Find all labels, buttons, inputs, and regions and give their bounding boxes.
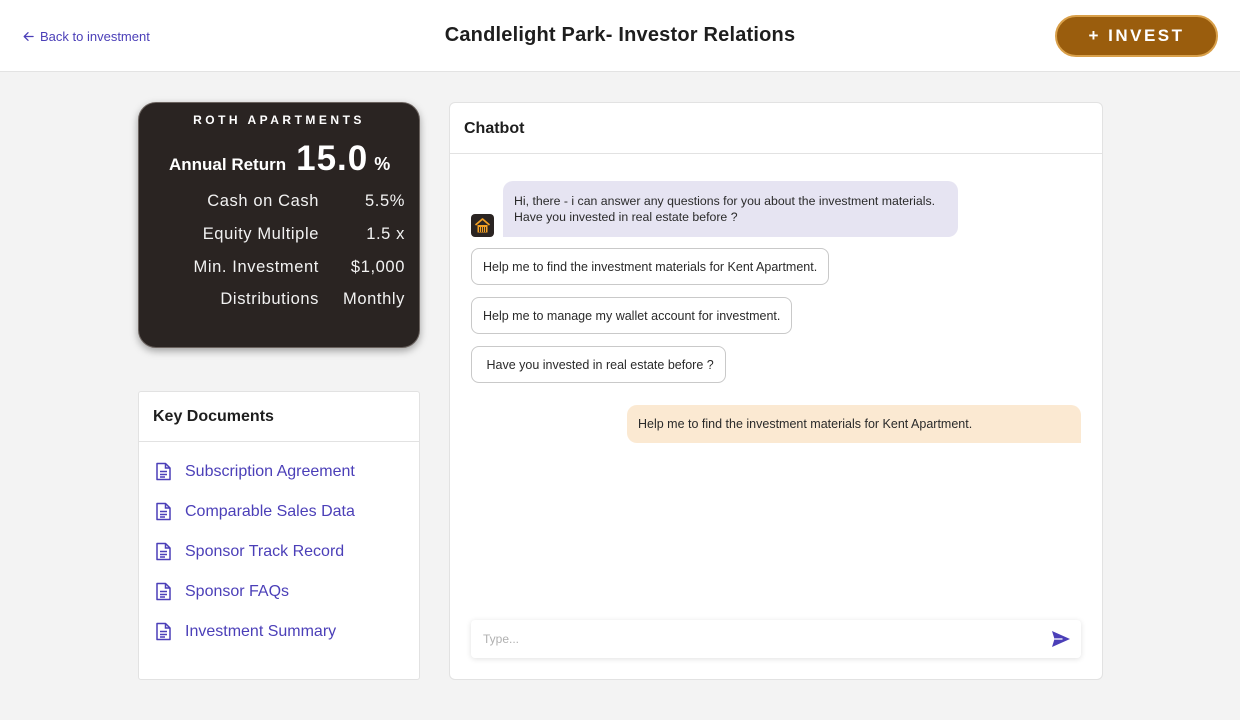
chat-input[interactable] [471,620,1041,658]
stat-value: 1.5 x [366,225,405,243]
user-message: Help me to find the investment materials… [627,405,1081,443]
suggestion-chip[interactable]: Help me to find the investment materials… [471,248,830,285]
stat-value: 5.5% [364,192,405,210]
suggestion-chip[interactable]: Have you invested in real estate before … [471,346,726,383]
bot-avatar [471,214,494,237]
property-name: ROTH APARTMENTS [193,113,365,127]
chatbot-title: Chatbot [450,103,1102,154]
page-title: Candlelight Park- Investor Relations [444,24,796,46]
stat-value: $1,000 [350,258,405,276]
document-icon [156,462,171,481]
stat-value: Monthly [343,290,405,308]
stat-label: Distributions [220,290,319,308]
top-header: Back to investment Candlelight Park- Inv… [0,0,1240,72]
doc-link-subscription-agreement[interactable]: Subscription Agreement [155,462,355,481]
annual-return-value: 15.0 [296,139,369,178]
send-icon [1052,631,1070,647]
bot-message: Hi, there - i can answer any questions f… [503,181,958,237]
chat-input-bar [471,620,1081,658]
document-icon [156,502,171,521]
doc-link-sponsor-track-record[interactable]: Sponsor Track Record [155,542,344,561]
document-icon [156,542,171,561]
stat-row-cash-on-cash: Cash on Cash 5.5% [139,192,405,211]
stat-label: Cash on Cash [207,192,319,210]
stat-row-min-investment: Min. Investment $1,000 [139,258,405,277]
doc-link-comparable-sales-data[interactable]: Comparable Sales Data [155,502,355,521]
document-icon [156,582,171,601]
doc-link-label: Investment Summary [185,622,337,640]
stat-row-equity-multiple: Equity Multiple 1.5 x [139,225,405,244]
doc-link-label: Sponsor Track Record [185,542,345,560]
stat-label: Min. Investment [193,258,319,276]
stat-label: Equity Multiple [202,225,319,243]
key-documents-title: Key Documents [139,392,419,442]
doc-link-label: Subscription Agreement [185,462,355,480]
annual-return-label: Annual Return [169,155,287,174]
annual-return: Annual Return 15.0 % [169,139,390,179]
doc-link-label: Comparable Sales Data [185,502,355,520]
chatbot-panel: Chatbot Hi, there - i can answer any que… [449,102,1103,680]
annual-return-unit: % [374,154,391,174]
key-documents-panel: Key Documents Subscription Agreement Com… [138,391,420,680]
document-icon [156,622,171,641]
returns-card: ROTH APARTMENTS Annual Return 15.0 % Cas… [138,102,420,348]
invest-button[interactable]: + INVEST [1055,15,1218,57]
doc-link-label: Sponsor FAQs [185,582,290,600]
suggestion-chip[interactable]: Help me to manage my wallet account for … [471,297,793,334]
send-button[interactable] [1041,620,1081,658]
building-icon [474,218,491,233]
doc-link-investment-summary[interactable]: Investment Summary [155,622,336,641]
doc-link-sponsor-faqs[interactable]: Sponsor FAQs [155,582,289,601]
stat-row-distributions: Distributions Monthly [139,290,405,309]
